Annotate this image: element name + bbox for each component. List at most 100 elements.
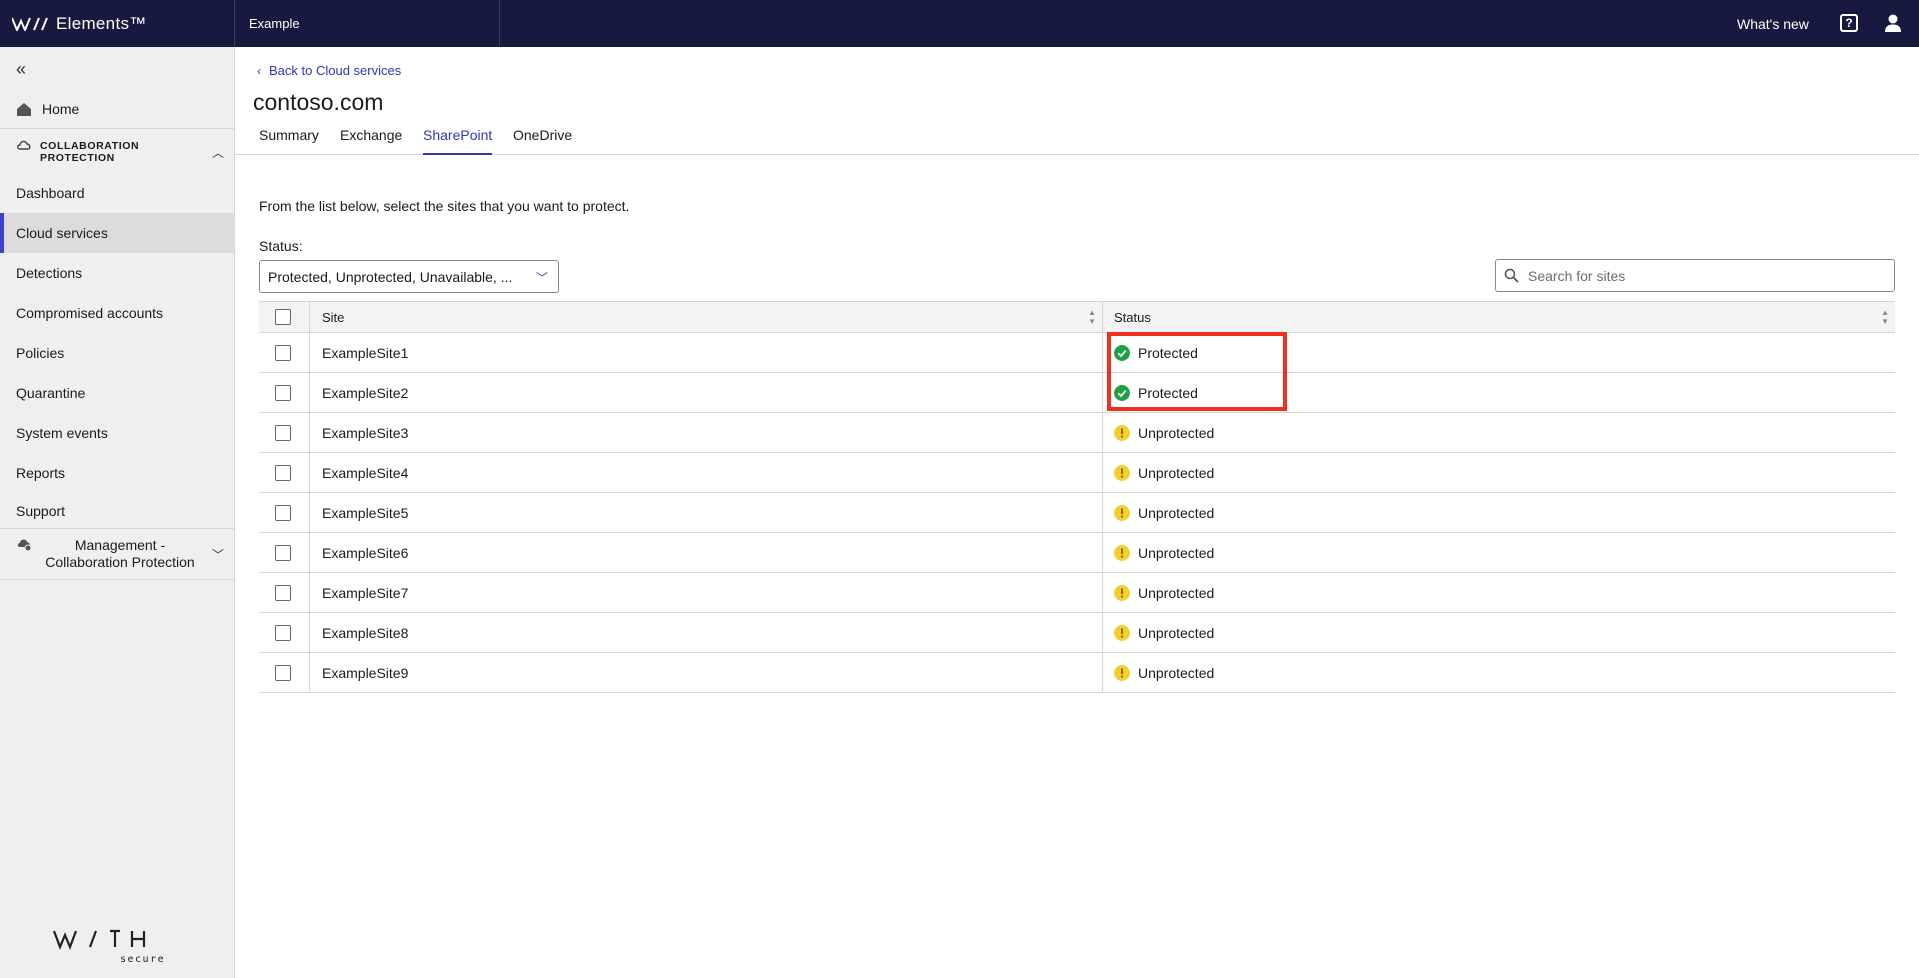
sidebar-item-policies[interactable]: Policies (0, 333, 234, 373)
sidebar-item-label: Quarantine (16, 385, 86, 401)
warning-circle-icon (1114, 424, 1130, 441)
row-checkbox[interactable] (275, 385, 291, 401)
sidebar-item-cloud-services[interactable]: Cloud services (0, 213, 234, 253)
chevron-up-icon[interactable]: ︿ (212, 144, 224, 161)
column-header-site[interactable]: Site ▲ ▼ (310, 302, 1103, 332)
status-cell: Unprotected (1103, 413, 1895, 452)
top-bar: Elements™ Example What's new ? (0, 0, 1919, 47)
home-icon (17, 103, 31, 116)
site-name: ExampleSite8 (310, 613, 1103, 652)
site-name: ExampleSite9 (310, 653, 1103, 692)
sidebar-item-dashboard[interactable]: Dashboard (0, 173, 234, 213)
sidebar: « Home COLLABORATION PROTECTION ︿ Dashbo… (0, 47, 235, 978)
whats-new-link[interactable]: What's new (1737, 0, 1809, 47)
chevron-down-icon[interactable]: ﹀ (212, 546, 224, 563)
sidebar-item-support[interactable]: Support (0, 491, 234, 531)
tab-exchange[interactable]: Exchange (340, 125, 402, 155)
row-checkbox-cell (259, 613, 310, 652)
status-label: Unprotected (1138, 544, 1215, 561)
table-row[interactable]: ExampleSite8 Unprotected (259, 613, 1895, 653)
table-row[interactable]: ExampleSite1 Protected (259, 333, 1895, 373)
sidebar-item-quarantine[interactable]: Quarantine (0, 373, 234, 413)
select-all-cell (259, 302, 310, 332)
sort-icon[interactable]: ▲ ▼ (1881, 308, 1889, 326)
tab-sharepoint[interactable]: SharePoint (423, 125, 493, 155)
status-filter-select[interactable]: Protected, Unprotected, Unavailable, ...… (259, 260, 559, 293)
row-checkbox-cell (259, 453, 310, 492)
row-checkbox[interactable] (275, 425, 291, 441)
row-checkbox[interactable] (275, 625, 291, 641)
help-icon[interactable]: ? (1840, 14, 1858, 32)
back-to-cloud-services-link[interactable]: ‹ Back to Cloud services (257, 63, 401, 78)
row-checkbox[interactable] (275, 505, 291, 521)
site-name: ExampleSite1 (310, 333, 1103, 372)
org-selector[interactable]: Example (234, 0, 500, 47)
status-label: Unprotected (1138, 464, 1215, 481)
status-label: Protected (1138, 344, 1198, 361)
sidebar-item-label: Compromised accounts (16, 305, 164, 321)
row-checkbox-cell (259, 373, 310, 412)
sidebar-item-compromised-accounts[interactable]: Compromised accounts (0, 293, 234, 333)
status-filter-value: Protected, Unprotected, Unavailable, ... (268, 268, 513, 285)
cloud-shield-icon (17, 140, 31, 150)
search-field[interactable] (1495, 259, 1895, 292)
sidebar-item-system-events[interactable]: System events (0, 413, 234, 453)
status-label: Unprotected (1138, 664, 1215, 681)
table-row[interactable]: ExampleSite6 Unprotected (259, 533, 1895, 573)
sidebar-section-collaboration-protection[interactable]: COLLABORATION PROTECTION ︿ (0, 128, 234, 174)
site-name: ExampleSite4 (310, 453, 1103, 492)
sidebar-item-label: Home (42, 101, 80, 117)
status-label: Unprotected (1138, 424, 1215, 441)
table-row[interactable]: ExampleSite3 Unprotected (259, 413, 1895, 453)
search-input[interactable] (1528, 267, 1878, 284)
back-link-label: Back to Cloud services (269, 63, 402, 78)
sidebar-item-label: Dashboard (16, 185, 85, 201)
user-icon[interactable] (1883, 13, 1903, 33)
table-row[interactable]: ExampleSite9 Unprotected (259, 653, 1895, 693)
site-name: ExampleSite7 (310, 573, 1103, 612)
table-header: Site ▲ ▼ Status ▲ ▼ (259, 301, 1895, 333)
main-content: ‹ Back to Cloud services contoso.com Sum… (235, 47, 1919, 978)
row-checkbox[interactable] (275, 545, 291, 561)
select-all-checkbox[interactable] (275, 309, 291, 325)
row-checkbox[interactable] (275, 585, 291, 601)
status-label: Unprotected (1138, 584, 1215, 601)
brand-logo[interactable]: Elements™ (12, 0, 147, 47)
sidebar-item-home[interactable]: Home (0, 91, 234, 127)
warning-circle-icon (1114, 504, 1130, 521)
tab-onedrive[interactable]: OneDrive (513, 125, 572, 155)
column-header-label: Status (1114, 309, 1151, 325)
row-checkbox-cell (259, 533, 310, 572)
table-row[interactable]: ExampleSite2 Protected (259, 373, 1895, 413)
site-name: ExampleSite6 (310, 533, 1103, 572)
brand-name: Elements™ (56, 13, 147, 33)
tab-bar: Summary Exchange SharePoint OneDrive (235, 125, 1919, 155)
warning-circle-icon (1114, 584, 1130, 601)
status-cell: Unprotected (1103, 573, 1895, 612)
row-checkbox[interactable] (275, 465, 291, 481)
row-checkbox[interactable] (275, 665, 291, 681)
tab-summary[interactable]: Summary (259, 125, 319, 155)
sidebar-item-label: Policies (16, 345, 65, 361)
management-label: Management - Collaboration Protection (45, 537, 195, 570)
row-checkbox[interactable] (275, 345, 291, 361)
collapse-sidebar-icon[interactable]: « (16, 59, 26, 80)
withsecure-logo: secure (52, 929, 164, 965)
table-row[interactable]: ExampleSite7 Unprotected (259, 573, 1895, 613)
table-row[interactable]: ExampleSite4 Unprotected (259, 453, 1895, 493)
table-body: ExampleSite1 Protected ExampleSite2 Protect… (259, 333, 1895, 693)
sort-icon[interactable]: ▲ ▼ (1088, 308, 1096, 326)
table-row[interactable]: ExampleSite5 Unprotected (259, 493, 1895, 533)
search-icon (1504, 268, 1519, 283)
column-header-status[interactable]: Status ▲ ▼ (1103, 302, 1895, 332)
warning-circle-icon (1114, 624, 1130, 641)
row-checkbox-cell (259, 493, 310, 532)
status-label: Unprotected (1138, 504, 1215, 521)
intro-text: From the list below, select the sites th… (259, 198, 630, 214)
sidebar-section-management[interactable]: Management - Collaboration Protection ﹀ (0, 528, 234, 580)
sidebar-item-reports[interactable]: Reports (0, 453, 234, 493)
sidebar-item-label: System events (16, 425, 108, 441)
row-checkbox-cell (259, 333, 310, 372)
sidebar-item-detections[interactable]: Detections (0, 253, 234, 293)
status-cell: Unprotected (1103, 613, 1895, 652)
